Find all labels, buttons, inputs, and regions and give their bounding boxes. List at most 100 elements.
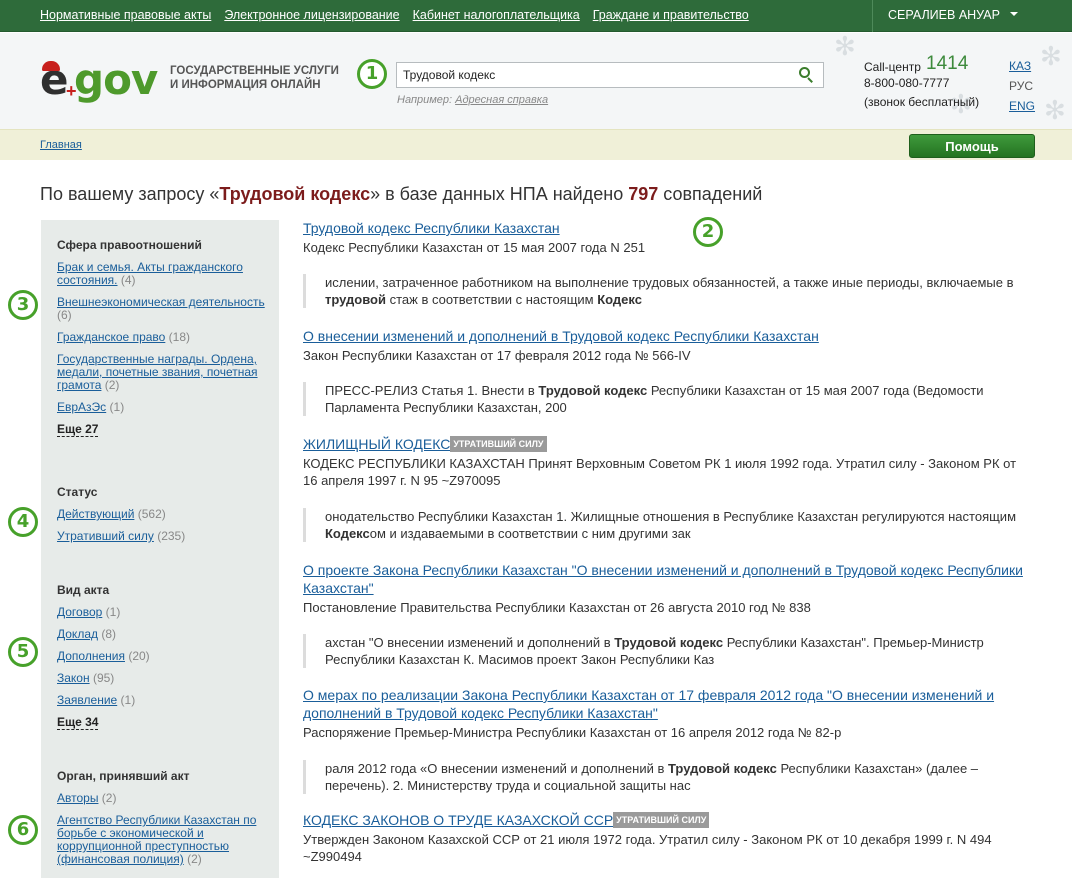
facet-item: Доклад (8) <box>57 628 269 641</box>
snowflake-icon: ✻ <box>1040 41 1062 71</box>
snippet-highlight: Кодекс <box>325 526 370 541</box>
breadcrumb-home[interactable]: Главная <box>40 139 82 151</box>
call-center-phone: 8-800-080-7777 <box>864 76 950 90</box>
snippet-text: ПРЕСС-РЕЛИЗ Статья 1. Внести в <box>325 383 539 398</box>
facet-item-link[interactable]: Действующий <box>57 507 134 521</box>
facet-item-link[interactable]: Агентство Республики Казахстан по борьбе… <box>57 813 256 866</box>
lang-eng[interactable]: ENG <box>1009 99 1035 113</box>
facet-show-more[interactable]: Еще 27 <box>57 423 99 437</box>
help-button[interactable]: Помощь <box>909 134 1035 158</box>
tagline-line-1: ГОСУДАРСТВЕННЫЕ УСЛУГИ <box>170 65 339 77</box>
result-description: Распоряжение Премьер-Министра Республики… <box>303 725 842 740</box>
egov-logo[interactable]: e + gov <box>40 55 162 105</box>
snippet-text: ислении, затраченное работником на выпол… <box>325 275 1014 290</box>
site-tagline: ГОСУДАРСТВЕННЫЕ УСЛУГИ И ИНФОРМАЦИЯ ОНЛА… <box>170 64 339 92</box>
facet-item-link[interactable]: Договор <box>57 605 102 619</box>
language-switcher: КАЗ РУС ENG <box>1009 56 1035 116</box>
facet-item-link[interactable]: Государственные награды. Ордена, медали,… <box>57 352 258 392</box>
facet-status: Статус Действующий (562) Утративший силу… <box>57 486 269 552</box>
top-nav-link-citizens[interactable]: Граждане и правительство <box>593 8 749 22</box>
facet-item-count: (1) <box>105 605 121 619</box>
facet-item-link[interactable]: Дополнения <box>57 649 125 663</box>
result-title-link[interactable]: ЖИЛИЩНЫЙ КОДЕКС <box>303 436 450 452</box>
user-menu[interactable]: СЕРАЛИЕВ АНУАР <box>872 0 1072 32</box>
facet-item: Брак и семья. Акты гражданского состояни… <box>57 261 269 287</box>
facet-item-link[interactable]: ЕврАзЭс <box>57 400 106 414</box>
result-title-link[interactable]: О проекте Закона Республики Казахстан "О… <box>303 562 1023 596</box>
facet-item-link[interactable]: Брак и семья. Акты гражданского состояни… <box>57 260 243 287</box>
facet-item-link[interactable]: Закон <box>57 671 90 685</box>
top-bar: Нормативные правовые акты Электронное ли… <box>0 0 1072 32</box>
top-nav-link-npa[interactable]: Нормативные правовые акты <box>40 8 211 22</box>
facet-title: Статус <box>57 485 98 499</box>
lang-rus: РУС <box>1009 79 1034 93</box>
facet-item-count: (4) <box>120 273 136 287</box>
result-description: Утвержден Законом Казахской ССР от 21 ию… <box>303 832 992 864</box>
snowflake-icon: ✻ <box>1044 95 1066 125</box>
results-heading-query: Трудовой кодекс <box>219 184 371 204</box>
facet-item-count: (18) <box>168 330 191 344</box>
lang-kaz[interactable]: КАЗ <box>1009 59 1031 73</box>
result-snippet: ахстан "О внесении изменений и дополнени… <box>303 634 1033 668</box>
facet-act-type: Вид акта Договор (1) Доклад (8) Дополнен… <box>57 584 269 730</box>
facet-show-more[interactable]: Еще 34 <box>57 716 99 730</box>
result-description: Постановление Правительства Республики К… <box>303 600 811 615</box>
logo-gov: gov <box>74 55 158 104</box>
facet-item-count: (1) <box>109 400 125 414</box>
facet-item: Государственные награды. Ордена, медали,… <box>57 353 269 392</box>
facet-item-count: (562) <box>137 507 166 521</box>
search-input[interactable] <box>397 63 793 87</box>
results-heading: По вашему запросу «Трудовой кодекс» в ба… <box>40 184 762 205</box>
search-example-link[interactable]: Адресная справка <box>455 94 548 106</box>
search-example-label: Например: <box>397 94 453 106</box>
snippet-text: ахстан "О внесении изменений и дополнени… <box>325 635 615 650</box>
facet-item-count: (235) <box>157 529 186 543</box>
facet-item-link[interactable]: Авторы <box>57 791 98 805</box>
result-description: Кодекс Республики Казахстан от 15 мая 20… <box>303 240 646 255</box>
snippet-highlight: Трудовой кодекс <box>614 635 724 650</box>
snippet-text: ом и издаваемыми в соответствии с ним др… <box>369 526 691 541</box>
facet-item-count: (2) <box>187 852 202 866</box>
facet-sidebar: Сфера правоотношений Брак и семья. Акты … <box>41 220 279 878</box>
result-title-link[interactable]: КОДЕКС ЗАКОНОВ О ТРУДЕ КАЗАХСКОЙ ССР <box>303 812 613 828</box>
result-item: О внесении изменений и дополнений в Труд… <box>303 328 1033 364</box>
result-snippet: ПРЕСС-РЕЛИЗ Статья 1. Внести в Трудовой … <box>303 382 1033 416</box>
facet-item-link[interactable]: Заявление <box>57 693 117 707</box>
facet-item-link[interactable]: Доклад <box>57 627 98 641</box>
facet-item: Гражданское право (18) <box>57 331 269 344</box>
facet-item-count: (8) <box>101 627 117 641</box>
top-nav-link-taxpayer[interactable]: Кабинет налогоплательщика <box>413 8 580 22</box>
result-title-link[interactable]: Трудовой кодекс Республики Казахстан <box>303 220 560 236</box>
facet-item-link[interactable]: Внешнеэкономическая деятельность <box>57 295 265 309</box>
breadcrumb-bar: Главная Помощь <box>0 129 1072 160</box>
result-item: ЖИЛИЩНЫЙ КОДЕКС УТРАТИВШИЙ СИЛУ КОДЕКС РЕ… <box>303 436 1033 489</box>
facet-item-link[interactable]: Утративший силу <box>57 529 154 543</box>
santa-hat-icon <box>42 61 60 71</box>
chevron-down-icon[interactable] <box>1010 12 1018 16</box>
annotation-marker-5: 5 <box>8 637 38 667</box>
top-nav-link-licensing[interactable]: Электронное лицензирование <box>224 8 399 22</box>
snippet-text: раля 2012 года «О внесении изменений и д… <box>325 761 668 776</box>
status-badge: УТРАТИВШИЙ СИЛУ <box>450 436 547 452</box>
result-item: Трудовой кодекс Республики Казахстан Код… <box>303 220 1033 256</box>
call-center-label: Call-центр <box>864 60 921 74</box>
result-title-link[interactable]: О мерах по реализации Закона Республики … <box>303 687 994 721</box>
facet-title: Орган, принявший акт <box>57 769 190 783</box>
facet-item: ЕврАзЭс (1) <box>57 401 269 414</box>
call-center-number: 1414 <box>926 53 969 74</box>
facet-item-count: (2) <box>101 791 117 805</box>
search-box <box>396 62 824 88</box>
snippet-text: онодательство Республики Казахстан 1. Жи… <box>325 509 1017 524</box>
user-name[interactable]: СЕРАЛИЕВ АНУАР <box>888 8 1000 22</box>
result-snippet: раля 2012 года «О внесении изменений и д… <box>303 760 1033 794</box>
facet-issuing-body: Орган, принявший акт Авторы (2) Агентств… <box>57 770 269 875</box>
result-item: О проекте Закона Республики Казахстан "О… <box>303 562 1033 616</box>
annotation-marker-3: 3 <box>8 290 38 320</box>
search-icon[interactable] <box>797 66 817 84</box>
result-title-link[interactable]: О внесении изменений и дополнений в Труд… <box>303 328 819 344</box>
facet-item: Заявление (1) <box>57 694 269 707</box>
top-nav: Нормативные правовые акты Электронное ли… <box>40 8 749 22</box>
facet-item: Агентство Республики Казахстан по борьбе… <box>57 814 269 866</box>
facet-item-count: (2) <box>104 378 120 392</box>
facet-item-link[interactable]: Гражданское право <box>57 330 165 344</box>
